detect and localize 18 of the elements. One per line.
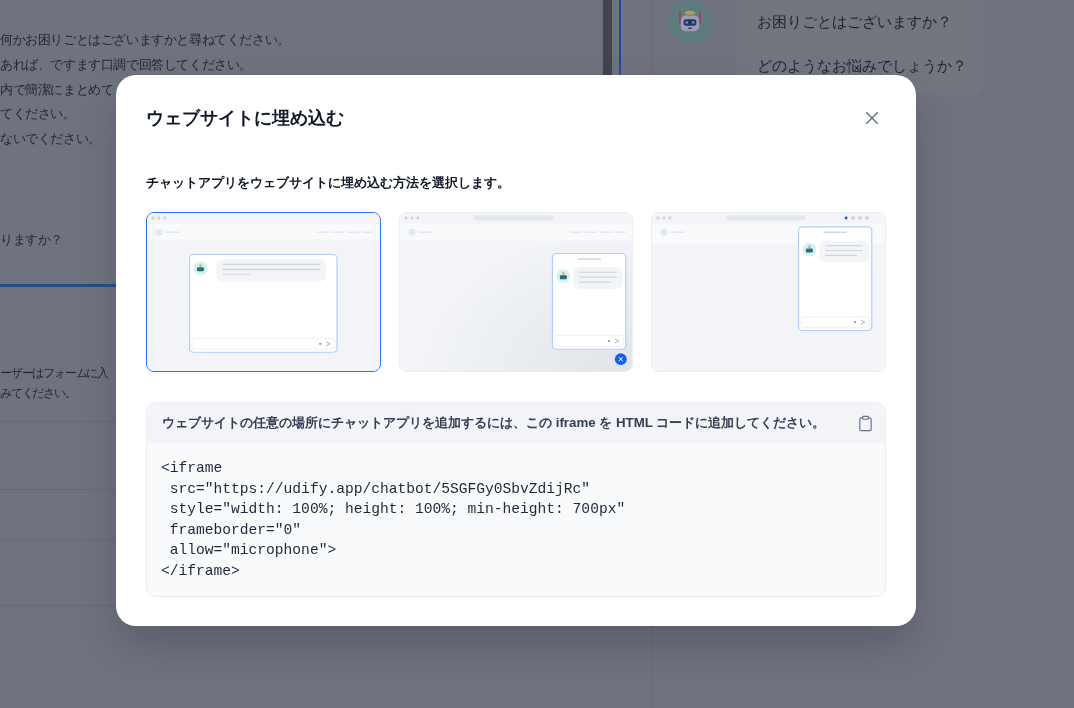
prompt-text: 何かお困りごとはございますかと尋ねてください。 bbox=[0, 31, 290, 49]
clipboard-icon bbox=[856, 414, 874, 432]
close-icon bbox=[866, 112, 878, 124]
prompt-text: ないでください。 bbox=[0, 130, 101, 148]
prompt-text: てください。 bbox=[0, 105, 76, 124]
form-note-text: ーザーはフォームに入 bbox=[0, 365, 108, 382]
dialog-title: ウェブサイトに埋め込む bbox=[146, 107, 344, 130]
prompt-text: 内で簡潔にまとめて bbox=[0, 80, 114, 99]
robot-avatar-icon bbox=[668, 0, 712, 44]
chat-message-text: どのようなお悩みでしょうか？ bbox=[757, 57, 967, 76]
form-note-text: みてください。 bbox=[0, 385, 76, 402]
instruction-text: ウェブサイトの任意の場所にチャットアプリを追加するには、この iframe を HTML コードに追加してください。 bbox=[162, 414, 826, 433]
embed-code-text: <iframe src="https://udify.app/chatbot/5SGFGy0SbvZdijRc" style="width: 100%; height: 100%; min-height: 700px" frameborder="0" allow="microphone"> </iframe> bbox=[160, 459, 627, 581]
centered-chat-layout-option[interactable] bbox=[146, 212, 381, 372]
question-text: りますか？ bbox=[0, 230, 63, 249]
chat-message-text: お困りごとはございますか？ bbox=[757, 13, 952, 32]
prompt-text: あれば、ですます口調で回答してください。 bbox=[0, 55, 252, 74]
dialog-subtitle: チャットアプリをウェブサイトに埋め込む方法を選択します。 bbox=[146, 174, 510, 192]
